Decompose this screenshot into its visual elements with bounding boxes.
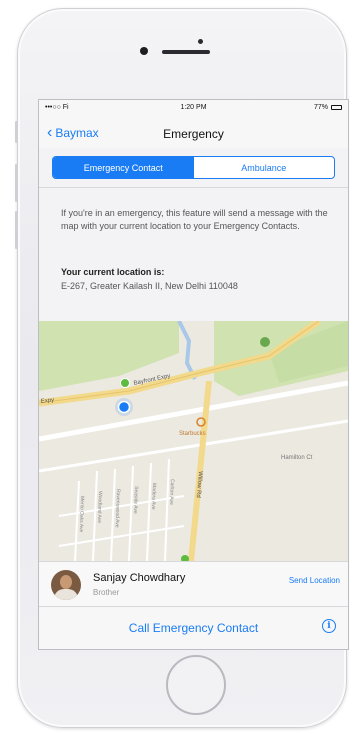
status-time: 1:20 PM [180,104,207,111]
call-emergency-contact-button[interactable]: Call Emergency Contact [39,621,348,635]
battery-icon [331,105,342,110]
battery-percent: 77% [313,104,328,111]
volume-up-button [15,164,18,202]
map-view[interactable]: Bayfront Expy Expy Willow Rd Starbucks H… [39,321,348,561]
residential-streets [58,458,185,561]
avatar [51,570,81,600]
map-canvas: Bayfront Expy Expy Willow Rd Starbucks H… [39,321,348,561]
earpiece-speaker [162,50,210,54]
map-poi-icon [260,337,270,347]
front-sensor [198,39,203,44]
map-label-street-5: Carlton Ave [168,479,175,505]
status-bar: •••○○ Fi 1:20 PM 77% [39,100,348,116]
map-label-street-1: Woodland Ave [96,491,103,523]
map-label-willow: Willow Rd [195,471,203,498]
location-label: Your current location is: [61,267,165,277]
tab-ambulance[interactable]: Ambulance [194,157,335,178]
contact-relation: Brother [93,588,120,597]
emergency-message: If you're in an emergency, this feature … [61,208,328,231]
mute-switch [15,121,18,143]
volume-down-button [15,211,18,249]
location-dot-icon [117,400,131,414]
page-title: Emergency [163,127,224,141]
app-screen: •••○○ Fi 1:20 PM 77% ‹ Baymax Emergency … [38,99,349,650]
info-icon[interactable]: i [322,619,336,633]
contact-row[interactable]: Sanjay Chowdhary Brother Send Location [39,561,348,606]
contact-name: Sanjay Chowdhary [93,572,186,584]
water-channel [177,321,197,380]
location-value: E-267, Greater Kailash II, New Delhi 110… [61,281,238,291]
navigation-bar: ‹ Baymax Emergency [39,116,348,148]
map-label-street-0: Menlo Oaks Ave [78,496,85,533]
map-label-street-3: Seaside Ave [132,486,139,514]
send-location-button[interactable]: Send Location [289,576,340,585]
map-label-starbucks: Starbucks [179,431,206,437]
front-camera [140,47,148,55]
pin-icon [120,378,130,388]
map-label-hamilton: Hamilton Ct [281,455,313,461]
home-button[interactable] [166,655,226,715]
divider [39,187,348,188]
segmented-control: Emergency Contact Ambulance [52,156,335,179]
tab-emergency-contact[interactable]: Emergency Contact [53,157,194,178]
call-bar: Call Emergency Contact i [39,606,348,649]
map-label-street-4: Madera Ave [150,483,157,510]
